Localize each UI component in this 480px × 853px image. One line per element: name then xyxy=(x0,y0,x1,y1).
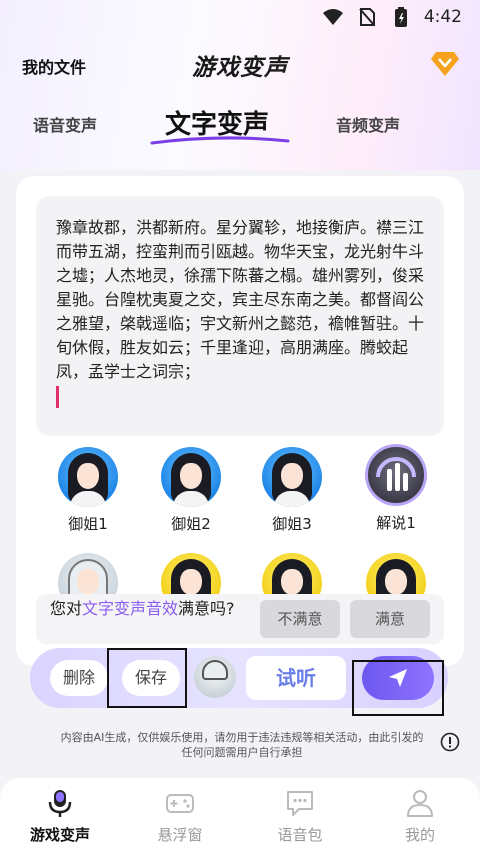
nav-item-floating-window[interactable]: 悬浮窗 xyxy=(135,788,225,845)
app-header: 我的文件 游戏变声 xyxy=(0,44,480,84)
nav-label: 悬浮窗 xyxy=(157,826,203,844)
text-input-area[interactable]: 豫章故郡，洪都新府。星分翼轸，地接衡庐。襟三江而带五湖，控蛮荆而引瓯越。物华天宝… xyxy=(36,196,444,436)
voice-avatar xyxy=(161,553,221,595)
nav-item-voice-pack[interactable]: 语音包 xyxy=(255,788,345,845)
status-time: 4:42 xyxy=(423,7,462,27)
voice-option[interactable] xyxy=(356,553,436,595)
voice-option[interactable] xyxy=(48,553,128,595)
voice-option-narrator1[interactable]: 解说1 xyxy=(356,444,436,533)
text-cursor xyxy=(56,386,59,408)
vip-diamond-icon[interactable] xyxy=(430,50,460,78)
wifi-icon xyxy=(322,8,344,26)
voice-label: 御姐1 xyxy=(68,515,108,533)
person-icon xyxy=(405,788,435,818)
satisfied-button[interactable]: 满意 xyxy=(350,600,430,638)
info-icon[interactable] xyxy=(440,732,460,752)
tab-voice-change[interactable]: 语音变声 xyxy=(33,112,97,136)
active-tab-underline xyxy=(150,136,290,145)
highlight-frame-save xyxy=(107,648,187,708)
satisfaction-question: 您对文字变声音效满意吗? xyxy=(50,598,250,619)
delete-button[interactable]: 删除 xyxy=(50,660,108,696)
bottom-nav: 游戏变声 悬浮窗 语音包 我的 xyxy=(0,778,480,853)
voice-option[interactable] xyxy=(252,553,332,595)
not-satisfied-button[interactable]: 不满意 xyxy=(260,600,340,638)
nav-label: 语音包 xyxy=(277,826,323,844)
voice-avatar xyxy=(262,447,322,507)
voice-avatar xyxy=(366,553,426,595)
question-suffix: 满意吗? xyxy=(178,599,235,618)
text-input-content: 豫章故郡，洪都新府。星分翼轸，地接衡庐。襟三江而带五湖，控蛮荆而引瓯越。物华天宝… xyxy=(56,218,425,381)
chat-bubble-icon xyxy=(285,788,315,818)
voice-option-yujie1[interactable]: 御姐1 xyxy=(48,447,128,534)
battery-icon xyxy=(390,7,412,27)
voice-label: 解说1 xyxy=(376,514,416,532)
voice-option[interactable] xyxy=(151,553,231,595)
nav-label: 游戏变声 xyxy=(29,826,90,844)
gamepad-icon xyxy=(165,788,195,818)
voice-avatar-selected xyxy=(365,444,427,506)
audio-wave-icon xyxy=(376,457,416,491)
status-bar: 4:42 xyxy=(0,0,480,34)
satisfaction-prompt: 您对文字变声音效满意吗? 不满意 满意 xyxy=(36,594,444,644)
question-prefix: 您对 xyxy=(50,599,83,618)
voice-avatar xyxy=(262,553,322,595)
voice-avatar xyxy=(58,447,118,507)
voice-option-yujie3[interactable]: 御姐3 xyxy=(252,447,332,534)
voice-option-yujie2[interactable]: 御姐2 xyxy=(151,447,231,534)
mode-tabs: 语音变声 文字变声 音频变声 xyxy=(0,100,480,148)
listen-button[interactable]: 试听 xyxy=(246,656,346,700)
nav-label: 我的 xyxy=(404,826,435,844)
mic-icon xyxy=(45,788,75,818)
voice-avatar xyxy=(58,553,118,595)
nav-item-game-voice[interactable]: 游戏变声 xyxy=(15,788,105,845)
voice-label: 御姐2 xyxy=(171,515,211,533)
app-title: 游戏变声 xyxy=(192,55,288,81)
no-sim-icon xyxy=(356,8,378,26)
question-highlight: 文字变声音效 xyxy=(82,599,179,618)
ai-disclaimer: 内容由AI生成，仅供娱乐使用，请勿用于违法违规等相关活动，由此引发的任何问题需用… xyxy=(60,731,424,759)
selected-voice-avatar[interactable] xyxy=(194,656,236,698)
tab-audio-change[interactable]: 音频变声 xyxy=(336,112,400,136)
voice-label: 御姐3 xyxy=(272,515,312,533)
voice-avatar xyxy=(161,447,221,507)
highlight-frame-send xyxy=(352,660,444,716)
nav-item-profile[interactable]: 我的 xyxy=(375,788,465,845)
